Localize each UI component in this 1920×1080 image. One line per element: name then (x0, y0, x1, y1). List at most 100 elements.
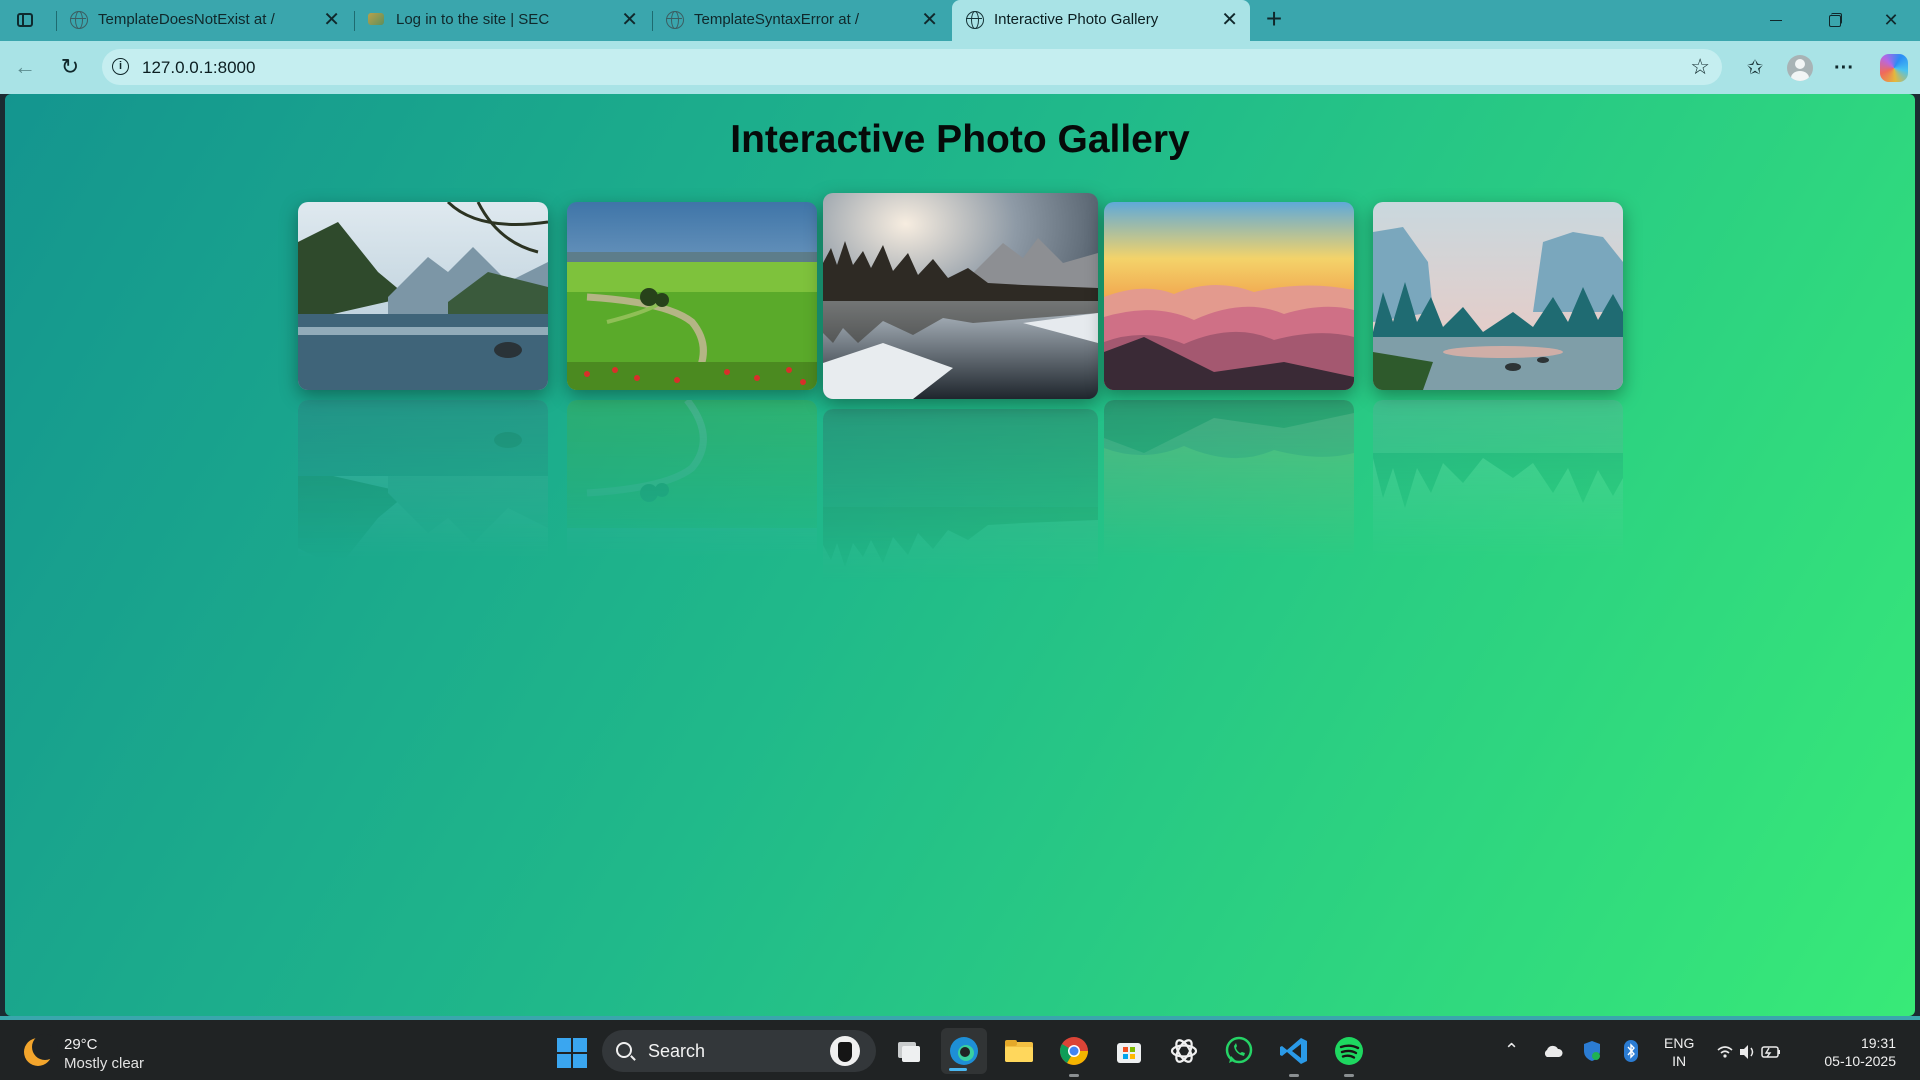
tab-title: TemplateDoesNotExist at / (98, 11, 275, 28)
search-label: Search (648, 1041, 706, 1061)
gallery-photo-2[interactable] (567, 202, 817, 390)
gallery-photo-5-reflection (1373, 400, 1623, 588)
close-tab-icon[interactable]: ✕ (1221, 9, 1238, 31)
onedrive-icon[interactable] (1542, 1044, 1564, 1063)
start-button[interactable] (557, 1038, 587, 1068)
photo-mountain-lake-reflection (298, 400, 548, 588)
close-tab-icon[interactable]: ✕ (621, 9, 638, 31)
tab-separator (652, 11, 653, 31)
task-view-icon (898, 1042, 920, 1062)
taskbar-edge[interactable] (941, 1028, 987, 1074)
chrome-icon (1060, 1037, 1088, 1065)
gallery-photo-5[interactable] (1373, 202, 1623, 390)
tab-title: Log in to the site | SEC (396, 11, 550, 28)
tab-template-does-not-exist[interactable]: TemplateDoesNotExist at / ✕ (56, 0, 352, 41)
moon-cloud-icon (24, 1034, 58, 1066)
globe-icon (966, 11, 984, 29)
bluetooth-icon[interactable] (1624, 1040, 1638, 1067)
tab-title: TemplateSyntaxError at / (694, 11, 860, 28)
tab-login-sec[interactable]: Log in to the site | SEC ✕ (354, 0, 650, 41)
weather-condition: Mostly clear (64, 1055, 145, 1072)
cloud-icon (1544, 1045, 1563, 1057)
wifi-volume-battery-icon (1717, 1045, 1780, 1059)
show-hidden-icons-chevron-icon[interactable]: ⌃ (1504, 1040, 1519, 1061)
windows-taskbar: 29°C Mostly clear Search ⌃ ENG IN 19:31 … (0, 1016, 1920, 1080)
favorite-star-icon[interactable]: ☆ (1690, 54, 1710, 80)
tab-interactive-photo-gallery[interactable]: Interactive Photo Gallery ✕ (952, 0, 1250, 41)
close-window-button[interactable]: ✕ (1862, 0, 1920, 41)
photo-sunset-ridges-reflection (1104, 400, 1354, 588)
input-language-indicator[interactable]: ENG IN (1664, 1034, 1694, 1070)
photo-misty-valley (1373, 202, 1623, 390)
whatsapp-icon (1225, 1036, 1253, 1064)
taskbar-vscode[interactable] (1277, 1034, 1311, 1077)
minimize-button[interactable] (1746, 0, 1804, 41)
page-viewport: Interactive Photo Gallery (5, 94, 1915, 1016)
gallery-photo-2-reflection (567, 400, 817, 588)
edge-icon (950, 1037, 978, 1065)
close-tab-icon[interactable]: ✕ (323, 9, 340, 31)
windows-logo-tile (573, 1054, 587, 1068)
photo-mountain-lake (298, 202, 548, 390)
security-shield-icon[interactable] (1582, 1040, 1602, 1067)
back-button[interactable]: ← (10, 53, 40, 83)
task-view-button[interactable] (892, 1034, 926, 1068)
tab-separator (354, 11, 355, 31)
favorites-icon[interactable]: ✩ (1740, 53, 1770, 83)
quick-settings-button[interactable] (1716, 1042, 1782, 1067)
site-info-icon[interactable]: i (112, 58, 129, 75)
spotify-icon (1335, 1037, 1363, 1065)
url-text[interactable]: 127.0.0.1:8000 (142, 58, 255, 78)
taskbar-spotify[interactable] (1332, 1034, 1366, 1077)
bluetooth-glyph-icon (1624, 1040, 1638, 1062)
windows-logo-tile (557, 1038, 571, 1052)
photo-snowy-lake-reflection (823, 409, 1098, 615)
tab-title: Interactive Photo Gallery (994, 11, 1159, 28)
windows-logo-tile (557, 1054, 571, 1068)
reload-button[interactable]: ↻ (55, 53, 85, 83)
taskbar-whatsapp[interactable] (1222, 1034, 1256, 1068)
gallery-photo-1-reflection (298, 400, 548, 588)
search-icon (616, 1042, 632, 1058)
more-options-icon[interactable]: ··· (1829, 53, 1859, 83)
photo-snowy-lake (823, 193, 1098, 399)
taskbar-chrome[interactable] (1057, 1034, 1091, 1077)
taskbar-clock[interactable]: 19:31 05-10-2025 (1806, 1034, 1896, 1070)
taskbar-store[interactable] (1112, 1034, 1146, 1068)
photo-sunset-ridges (1104, 202, 1354, 390)
language-region: IN (1672, 1053, 1687, 1069)
clock-date: 05-10-2025 (1824, 1053, 1896, 1069)
gallery-photo-3[interactable] (823, 193, 1098, 399)
weather-widget[interactable]: 29°C Mostly clear (24, 1030, 184, 1074)
store-icon (1117, 1043, 1141, 1063)
globe-icon (666, 11, 684, 29)
gallery-photo-4-reflection (1104, 400, 1354, 588)
tab-template-syntax-error[interactable]: TemplateSyntaxError at / ✕ (652, 0, 950, 41)
browser-toolbar: ← ↻ i 127.0.0.1:8000 ☆ ✩ ··· (0, 41, 1920, 94)
taskbar-search[interactable]: Search (602, 1030, 876, 1072)
gallery-photo-1[interactable] (298, 202, 548, 390)
chatgpt-icon (1170, 1039, 1198, 1063)
copilot-icon[interactable] (1880, 54, 1908, 82)
photo-misty-valley-reflection (1373, 400, 1623, 588)
taskbar-file-explorer[interactable] (1002, 1034, 1036, 1068)
tab-actions-button[interactable] (12, 9, 38, 31)
gallery-photo-4[interactable] (1104, 202, 1354, 390)
search-highlight-icon (830, 1036, 860, 1066)
language-code: ENG (1664, 1035, 1695, 1051)
profile-avatar[interactable] (1787, 55, 1813, 81)
close-tab-icon[interactable]: ✕ (921, 9, 938, 31)
browser-tab-strip: TemplateDoesNotExist at / ✕ Log in to th… (0, 0, 1920, 41)
restore-button[interactable] (1804, 0, 1862, 41)
folder-icon (1005, 1040, 1033, 1062)
clock-time: 19:31 (1860, 1035, 1896, 1051)
sec-favicon-icon (368, 11, 386, 29)
new-tab-button[interactable]: + (1260, 5, 1288, 34)
taskbar-chatgpt[interactable] (1167, 1034, 1201, 1068)
photo-green-meadow-reflection (567, 400, 817, 588)
globe-icon (70, 11, 88, 29)
vscode-icon (1280, 1038, 1307, 1064)
address-bar[interactable]: i 127.0.0.1:8000 ☆ (102, 49, 1722, 85)
weather-temperature: 29°C (64, 1036, 98, 1053)
photo-green-meadow (567, 202, 817, 390)
